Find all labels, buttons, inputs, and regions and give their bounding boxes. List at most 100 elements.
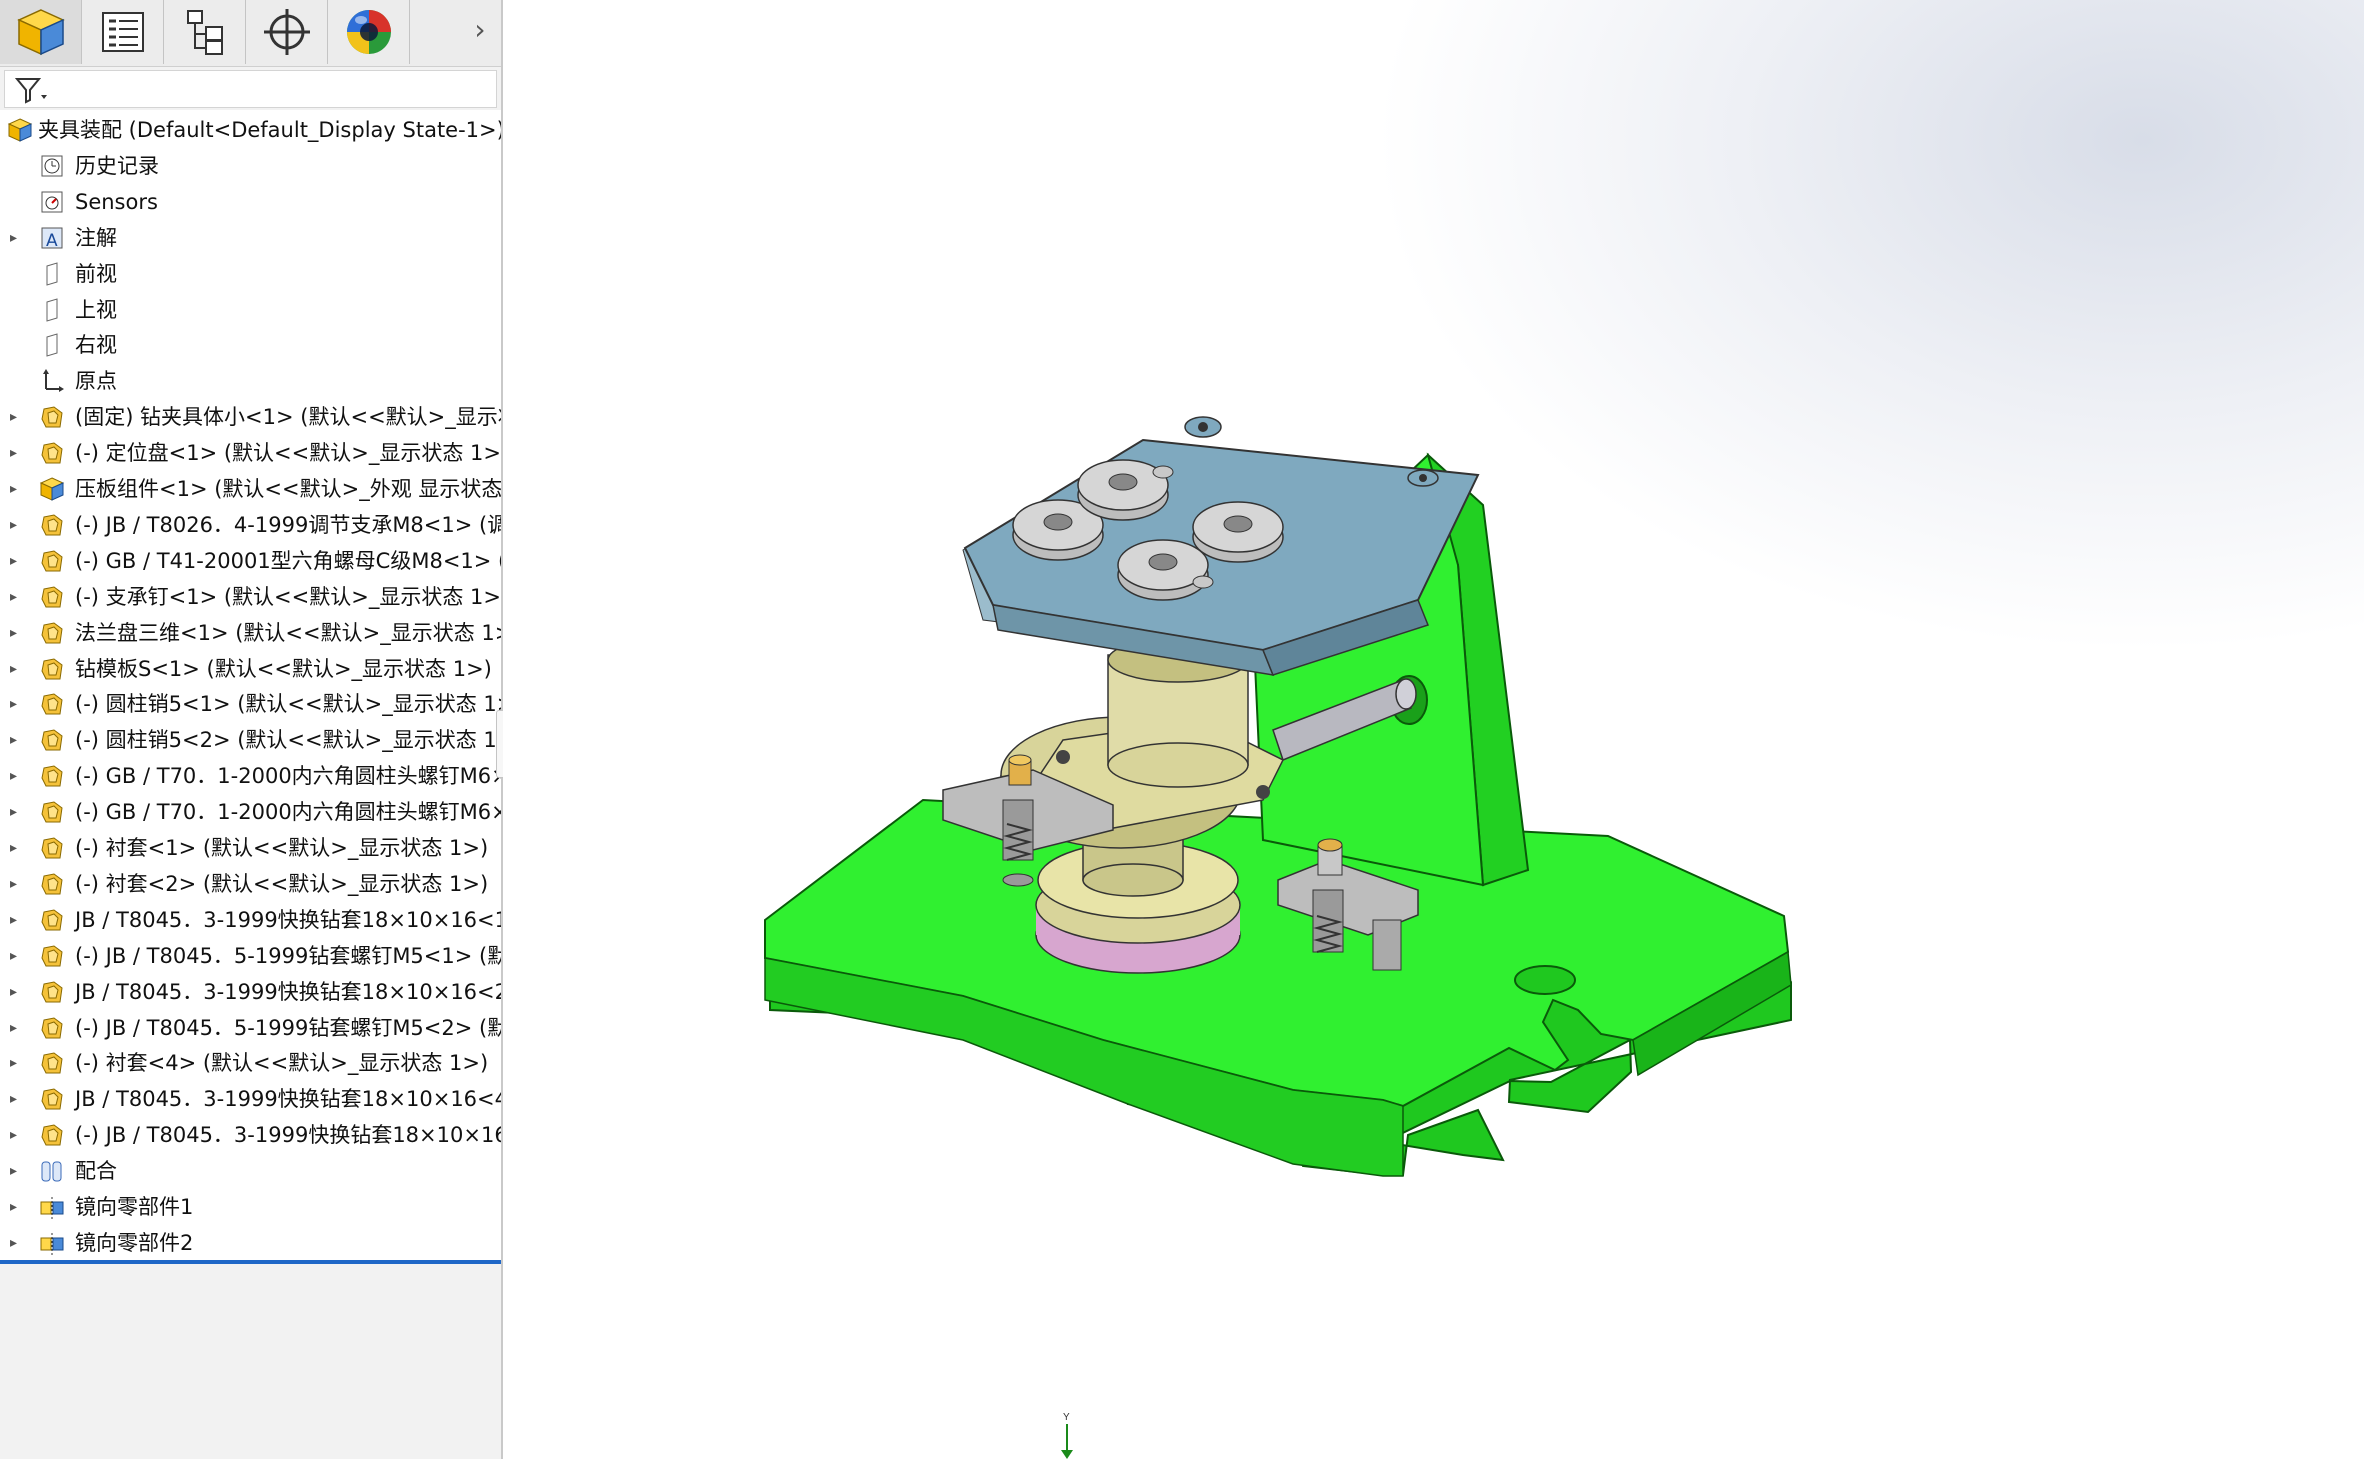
tree-item[interactable]: ▸ (-) JB / T8045．5-1999钻套螺钉M5<2> (默认: [0, 1010, 501, 1046]
tree-item[interactable]: ▸ JB / T8045．3-1999快换钻套18×10×16<4>: [0, 1081, 501, 1117]
tree-item[interactable]: ▸ (-) GB / T70．1-2000内六角圆柱头螺钉M6×2: [0, 758, 501, 794]
mates-icon: [38, 1157, 66, 1185]
expand-arrow-icon[interactable]: ▸: [10, 651, 26, 687]
expand-arrow-icon[interactable]: ▸: [10, 1010, 26, 1046]
tab-propertymanager[interactable]: [82, 0, 164, 64]
expand-arrow-icon[interactable]: ▸: [10, 758, 26, 794]
assembly-cube-icon: [16, 9, 65, 56]
tree-item[interactable]: ▸ (-) GB / T41-20001型六角螺母C级M8<1> (默: [0, 543, 501, 579]
expand-arrow-icon[interactable]: ▸: [10, 435, 26, 471]
tree-item[interactable]: ▸ 压板组件<1> (默认<<默认>_外观 显示状态>: [0, 471, 501, 507]
expand-arrow-icon[interactable]: ▸: [10, 1117, 26, 1153]
tree-root-item[interactable]: 夹具装配 (Default<Default_Display State-1>): [0, 112, 501, 148]
configuration-icon: [186, 10, 223, 55]
tree-item-label: (-) 支承钉<1> (默认<<默认>_显示状态 1>): [75, 584, 501, 609]
rollback-bar[interactable]: [0, 1260, 501, 1264]
expand-arrow-icon[interactable]: ▸: [10, 1045, 26, 1081]
graphics-area[interactable]: Y: [503, 0, 2364, 1459]
tree-item[interactable]: ▸ (-) JB / T8045．3-1999快换钻套18×10×16<: [0, 1117, 501, 1153]
tree-item-label: 镜向零部件1: [75, 1195, 194, 1219]
tree-item[interactable]: ▸ (-) 衬套<4> (默认<<默认>_显示状态 1>): [0, 1045, 501, 1081]
part-icon: [38, 762, 66, 790]
expand-arrow-icon[interactable]: ▸: [10, 938, 26, 974]
tree-item-label: 法兰盘三维<1> (默认<<默认>_显示状态 1>): [75, 620, 501, 645]
tree-item[interactable]: ▸ (固定) 钻夹具体小<1> (默认<<默认>_显示状: [0, 399, 501, 435]
expand-arrow-icon[interactable]: ▸: [10, 399, 26, 435]
display-sphere-icon: [346, 10, 391, 54]
tree-item[interactable]: ▸ (-) JB / T8045．5-1999钻套螺钉M5<1> (默认: [0, 938, 501, 974]
tree-item-label: 前视: [75, 261, 117, 286]
tab-dimxpertmanager[interactable]: [246, 0, 328, 64]
expand-arrow-icon[interactable]: ▸: [10, 1189, 26, 1225]
expand-arrow-icon[interactable]: ▸: [10, 686, 26, 722]
feature-manager-panel: › 夹具装配 (Default<Default_Display State-1>…: [0, 0, 518, 1459]
expand-arrow-icon[interactable]: ▸: [10, 1153, 26, 1189]
tree-item[interactable]: ▸ 钻模板S<1> (默认<<默认>_显示状态 1>): [0, 651, 501, 687]
tree-item[interactable]: ▸ (-) 圆柱销5<1> (默认<<默认>_显示状态 1>): [0, 686, 501, 722]
part-icon: [38, 511, 66, 539]
plane-icon: [38, 331, 66, 359]
tree-item[interactable]: 原点: [0, 363, 501, 399]
expand-arrow-icon[interactable]: ▸: [10, 794, 26, 830]
tab-displaymanager[interactable]: [328, 0, 410, 64]
tree-item[interactable]: ▸ (-) 衬套<2> (默认<<默认>_显示状态 1>): [0, 866, 501, 902]
tree-item-label: JB / T8045．3-1999快换钻套18×10×16<2>: [75, 979, 501, 1004]
tree-item[interactable]: ▸ (-) 支承钉<1> (默认<<默认>_显示状态 1>): [0, 579, 501, 615]
expand-arrow-icon[interactable]: ▸: [10, 220, 26, 256]
expand-arrow-icon[interactable]: ▸: [10, 1081, 26, 1117]
base-plate: [764, 798, 1792, 1177]
origin-icon: [38, 367, 66, 395]
subassembly-icon: [38, 475, 66, 503]
tab-overflow-arrow[interactable]: ›: [467, 12, 493, 48]
tree-item[interactable]: ▸ (-) JB / T8026．4-1999调节支承M8<1> (调节: [0, 507, 501, 543]
expand-arrow-icon[interactable]: ▸: [10, 722, 26, 758]
tree-item[interactable]: ▸ (-) GB / T70．1-2000内六角圆柱头螺钉M6×2: [0, 794, 501, 830]
tree-item-label: (-) JB / T8045．3-1999快换钻套18×10×16<: [75, 1123, 501, 1148]
mirror-component-icon: [38, 1193, 66, 1221]
tree-item[interactable]: 前视: [0, 256, 501, 292]
tree-item[interactable]: 右视: [0, 327, 501, 363]
tree-item[interactable]: Sensors: [0, 184, 501, 220]
expand-arrow-icon[interactable]: ▸: [10, 507, 26, 543]
part-icon: [38, 690, 66, 718]
tree-filter-bar[interactable]: [4, 70, 497, 108]
expand-arrow-icon[interactable]: ▸: [10, 974, 26, 1010]
tree-item-label: JB / T8045．3-1999快换钻套18×10×16<4>: [75, 1087, 501, 1112]
tab-featuremanager[interactable]: [0, 0, 82, 64]
tree-item-label: JB / T8045．3-1999快换钻套18×10×16<1>: [75, 907, 501, 932]
tree-item[interactable]: ▸ JB / T8045．3-1999快换钻套18×10×16<1>: [0, 902, 501, 938]
part-icon: [38, 439, 66, 467]
tree-item-label: (-) 定位盘<1> (默认<<默认>_显示状态 1>): [75, 441, 501, 466]
tree-item[interactable]: ▸ (-) 定位盘<1> (默认<<默认>_显示状态 1>): [0, 435, 501, 471]
tree-item-label: 原点: [75, 369, 117, 394]
tree-item[interactable]: ▸ 镜向零部件2: [0, 1225, 501, 1261]
expand-arrow-icon[interactable]: ▸: [10, 902, 26, 938]
tree-item[interactable]: ▸ (-) 衬套<1> (默认<<默认>_显示状态 1>): [0, 830, 501, 866]
tree-item[interactable]: 上视: [0, 292, 501, 328]
tree-item[interactable]: ▸ (-) 圆柱销5<2> (默认<<默认>_显示状态 1>): [0, 722, 501, 758]
tree-item[interactable]: ▸ 镜向零部件1: [0, 1189, 501, 1225]
part-icon: [38, 834, 66, 862]
filter-icon[interactable]: [13, 75, 53, 105]
tree-item-label: 右视: [75, 333, 117, 358]
expand-arrow-icon[interactable]: ▸: [10, 471, 26, 507]
expand-arrow-icon[interactable]: ▸: [10, 1225, 26, 1261]
expand-arrow-icon[interactable]: ▸: [10, 866, 26, 902]
tree-item[interactable]: ▸ 配合: [0, 1153, 501, 1189]
tree-item[interactable]: ▸ 法兰盘三维<1> (默认<<默认>_显示状态 1>): [0, 615, 501, 651]
tab-configurationmanager[interactable]: [164, 0, 246, 64]
expand-arrow-icon[interactable]: ▸: [10, 615, 26, 651]
assembly-icon: [6, 116, 34, 144]
part-icon: [38, 655, 66, 683]
expand-arrow-icon[interactable]: ▸: [10, 543, 26, 579]
tree-item[interactable]: ▸ JB / T8045．3-1999快换钻套18×10×16<2>: [0, 974, 501, 1010]
expand-arrow-icon[interactable]: ▸: [10, 830, 26, 866]
tree-item[interactable]: ▸ A 注解: [0, 220, 501, 256]
tree-item-label: 配合: [75, 1159, 117, 1184]
tree-item-label: (-) JB / T8045．5-1999钻套螺钉M5<2> (默认: [75, 1015, 501, 1040]
jig-assembly-model[interactable]: [503, 0, 2364, 1459]
tree-item[interactable]: 历史记录: [0, 148, 501, 184]
drill-bushing-2: [1077, 459, 1174, 521]
reference-triad-icon: Y: [1061, 1412, 1073, 1459]
expand-arrow-icon[interactable]: ▸: [10, 579, 26, 615]
